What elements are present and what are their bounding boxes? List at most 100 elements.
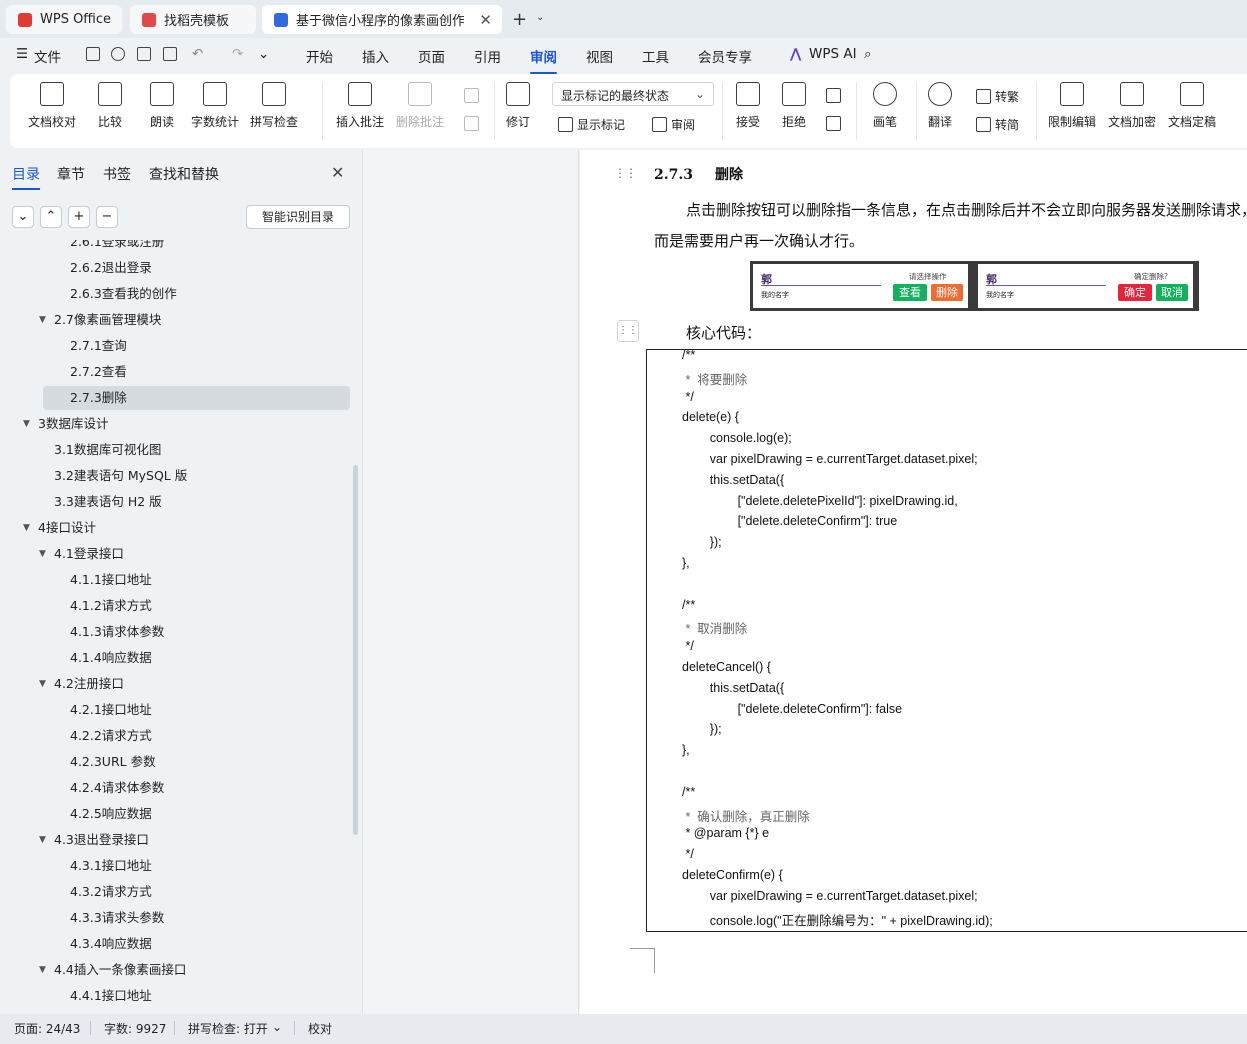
menu-wps-ai[interactable]: WPS AI xyxy=(809,46,857,62)
tab-document[interactable]: 基于微信小程序的像素画创作与 ✕ xyxy=(262,5,502,34)
toc-item[interactable]: 3.2建表语句 MySQL 版 xyxy=(0,464,352,488)
toc-item[interactable]: 4.1.3请求体参数 xyxy=(0,620,352,644)
collapse-down-icon[interactable]: ⌄ xyxy=(12,206,34,228)
toc-item[interactable]: 4.1.4响应数据 xyxy=(0,646,352,670)
toc-item[interactable]: ▼ 4.4插入一条像素画接口 xyxy=(0,958,352,982)
toc-item[interactable]: 2.7.3删除 xyxy=(43,386,350,410)
toc-item[interactable]: ▼ 4.2注册接口 xyxy=(0,672,352,696)
toc-item[interactable]: 4.2.4请求体参数 xyxy=(0,776,352,800)
collapse-up-icon[interactable]: ⌃ xyxy=(40,206,62,228)
close-icon[interactable]: ✕ xyxy=(331,163,344,182)
chevron-down-icon[interactable]: ⌄ xyxy=(536,12,544,23)
to-traditional-button[interactable]: 转繁 xyxy=(976,88,1019,105)
accept-button[interactable]: 接受 xyxy=(736,82,760,130)
finalize-button[interactable]: 文档定稿 xyxy=(1168,82,1216,130)
doc-proofread-button[interactable]: 文档校对 xyxy=(28,82,76,130)
encrypt-button[interactable]: 文档加密 xyxy=(1108,82,1156,130)
toc-item[interactable]: 4.1.1接口地址 xyxy=(0,568,352,592)
menu-view[interactable]: 视图 xyxy=(586,46,613,66)
menu-insert[interactable]: 插入 xyxy=(362,46,389,66)
menu-start[interactable]: 开始 xyxy=(306,46,333,66)
next-change-icon[interactable] xyxy=(826,116,845,131)
redo-icon[interactable]: ↷ xyxy=(232,46,243,62)
spell-check-button[interactable]: 拼写检查 xyxy=(250,82,298,130)
plus-icon[interactable]: + xyxy=(512,9,527,30)
read-aloud-button[interactable]: 朗读 xyxy=(150,82,174,130)
remove-level-icon[interactable]: − xyxy=(96,206,118,228)
delete-comment-button[interactable]: 删除批注 xyxy=(396,82,444,130)
next-comment-icon[interactable] xyxy=(464,116,483,131)
menu-review[interactable]: 审阅 xyxy=(530,46,557,74)
reject-button[interactable]: 拒绝 xyxy=(782,82,806,130)
tab-template[interactable]: 找稻壳模板 xyxy=(130,5,256,34)
prev-change-icon[interactable] xyxy=(826,88,845,103)
expand-triangle-icon[interactable]: ▼ xyxy=(39,542,46,566)
search-icon[interactable]: ⌕ xyxy=(864,46,872,62)
expand-triangle-icon[interactable]: ▼ xyxy=(23,412,30,436)
toc-item[interactable]: 2.6.3查看我的创作 xyxy=(0,282,352,306)
tab-chapter[interactable]: 章节 xyxy=(57,164,85,184)
page-indicator[interactable]: 页面: 24/43 xyxy=(14,1020,80,1037)
prev-comment-icon[interactable] xyxy=(464,88,483,103)
menu-tools[interactable]: 工具 xyxy=(642,46,669,66)
toc-item[interactable]: 2.6.1登录或注册 xyxy=(0,240,352,254)
toc-item[interactable]: ▼ 4接口设计 xyxy=(0,516,352,540)
tab-find-replace[interactable]: 查找和替换 xyxy=(149,164,219,184)
drag-handle-icon[interactable]: ⋮⋮ xyxy=(614,166,637,180)
expand-triangle-icon[interactable]: ▼ xyxy=(39,828,46,852)
menu-page[interactable]: 页面 xyxy=(418,46,445,66)
expand-triangle-icon[interactable]: ▼ xyxy=(23,516,30,540)
tab-bookmark[interactable]: 书签 xyxy=(103,164,131,184)
smart-toc-button[interactable]: 智能识别目录 xyxy=(246,205,350,229)
restrict-edit-button[interactable]: 限制编辑 xyxy=(1048,82,1096,130)
close-icon[interactable]: ✕ xyxy=(479,11,492,29)
show-markup-button[interactable]: 显示标记 xyxy=(558,116,625,133)
chevron-down-icon[interactable]: ⌄ xyxy=(272,1020,282,1034)
insert-comment-button[interactable]: 插入批注 xyxy=(336,82,384,130)
hamburger-icon[interactable]: ☰ xyxy=(16,46,28,62)
toc-item[interactable]: ▼ 4.1登录接口 xyxy=(0,542,352,566)
toc-item[interactable]: 4.3.1接口地址 xyxy=(0,854,352,878)
add-level-icon[interactable]: + xyxy=(68,206,90,228)
toc-item[interactable]: ▼ 2.7像素画管理模块 xyxy=(0,308,352,332)
print-preview-icon[interactable] xyxy=(163,47,177,61)
translate-button[interactable]: 翻译 xyxy=(928,82,952,130)
track-changes-button[interactable]: 修订 xyxy=(506,82,530,130)
spell-check-status[interactable]: 拼写检查: 打开 xyxy=(188,1020,268,1037)
expand-triangle-icon[interactable]: ▼ xyxy=(39,672,46,696)
sidebar-scrollbar[interactable] xyxy=(353,465,358,835)
menu-reference[interactable]: 引用 xyxy=(474,46,501,66)
undo-icon[interactable]: ↶ xyxy=(192,46,203,62)
toc-item[interactable]: 4.1.2请求方式 xyxy=(0,594,352,618)
save-icon[interactable] xyxy=(86,47,100,61)
word-count[interactable]: 字数: 9927 xyxy=(104,1020,166,1037)
pen-button[interactable]: 画笔 xyxy=(873,82,897,130)
tab-toc[interactable]: 目录 xyxy=(12,164,40,190)
word-count-button[interactable]: 字数统计 xyxy=(191,82,239,130)
toc-item[interactable]: 4.2.1接口地址 xyxy=(0,698,352,722)
toc-item[interactable]: 4.2.2请求方式 xyxy=(0,724,352,748)
print-icon[interactable] xyxy=(137,47,151,61)
toc-item[interactable]: ▼ 3数据库设计 xyxy=(0,412,352,436)
review-pane-button[interactable]: 审阅 xyxy=(652,116,695,133)
toc-item[interactable]: ▼ 4.3退出登录接口 xyxy=(0,828,352,852)
toc-item[interactable]: 4.3.3请求头参数 xyxy=(0,906,352,930)
drag-handle-icon[interactable]: ⋮⋮ xyxy=(617,320,639,342)
share-icon[interactable] xyxy=(111,47,125,61)
markup-display-select[interactable]: 显示标记的最终状态 ⌄ xyxy=(552,82,714,106)
toc-item[interactable]: 4.2.3URL 参数 xyxy=(0,750,352,774)
expand-triangle-icon[interactable]: ▼ xyxy=(39,308,46,332)
compare-button[interactable]: 比较 xyxy=(98,82,122,130)
proofread-status[interactable]: 校对 xyxy=(308,1020,332,1037)
expand-triangle-icon[interactable]: ▼ xyxy=(39,958,46,982)
menu-member[interactable]: 会员专享 xyxy=(698,46,752,66)
chevron-down-icon[interactable]: ⌄ xyxy=(258,46,269,62)
toc-item[interactable]: 4.3.2请求方式 xyxy=(0,880,352,904)
tab-wps-office[interactable]: WPS Office xyxy=(6,5,122,34)
menu-file[interactable]: 文件 xyxy=(34,46,61,66)
toc-item[interactable]: 2.6.2退出登录 xyxy=(0,256,352,280)
toc-item[interactable]: 2.7.1查询 xyxy=(0,334,352,358)
toc-item[interactable]: 2.7.2查看 xyxy=(0,360,352,384)
toc-item[interactable]: 4.3.4响应数据 xyxy=(0,932,352,956)
toc-item[interactable]: 3.1数据库可视化图 xyxy=(0,438,352,462)
